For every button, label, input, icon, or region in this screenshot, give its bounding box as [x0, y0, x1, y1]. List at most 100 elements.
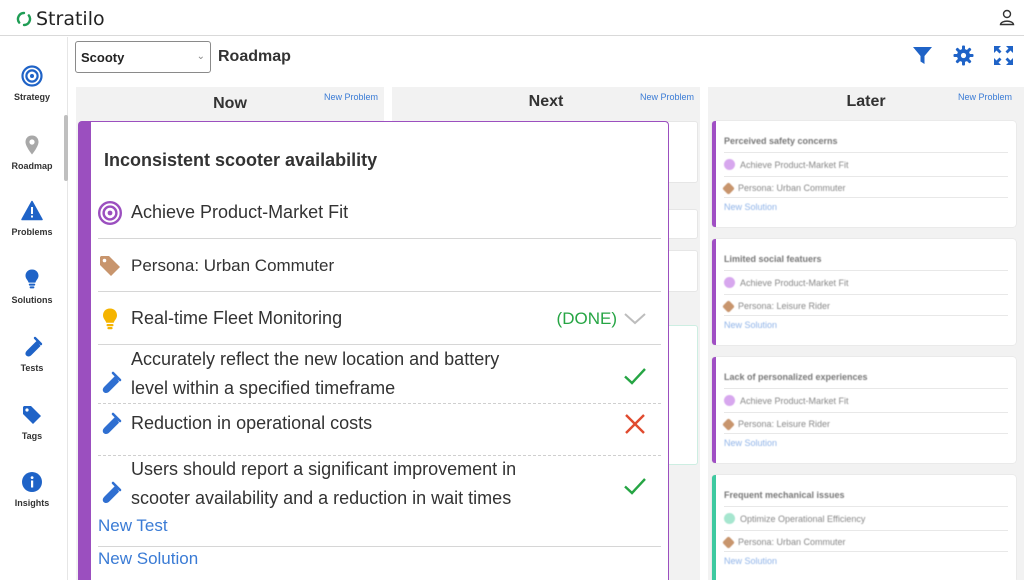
goal-label: Achieve Product-Market Fit	[740, 159, 849, 170]
sidebar-item-problems[interactable]: Problems	[0, 200, 64, 237]
test-label: Users should report a significant improv…	[131, 455, 516, 513]
problem-card-title: Perceived safety concerns	[724, 136, 838, 146]
problem-card[interactable]: Limited social featuers Achieve Product-…	[712, 239, 1016, 345]
problem-card-title: Limited social featuers	[724, 254, 822, 264]
top-bar: Stratilo	[0, 0, 1024, 36]
goal-row[interactable]: Achieve Product-Market Fit	[98, 198, 661, 227]
check-icon	[624, 368, 646, 385]
new-problem-link[interactable]: New Problem	[640, 92, 694, 102]
target-icon	[724, 395, 735, 406]
solution-label: Real-time Fleet Monitoring	[131, 308, 343, 328]
sidebar-item-tests[interactable]: Tests	[0, 336, 64, 373]
divider	[98, 238, 661, 239]
test-label-line: scooter availability and a reduction in …	[131, 488, 512, 508]
divider	[98, 546, 661, 547]
test-label-line: Users should report a significant improv…	[131, 459, 517, 479]
target-icon	[724, 277, 735, 288]
tag-label: Persona: Urban Commuter	[738, 183, 846, 193]
problem-card-title: Lack of personalized experiences	[724, 372, 868, 382]
tag-icon	[722, 181, 735, 195]
problem-card-expanded[interactable]: Inconsistent scooter availability Achiev…	[78, 121, 669, 580]
problem-card[interactable]: Perceived safety concerns Achieve Produc…	[712, 121, 1016, 227]
test-tube-icon	[102, 481, 122, 504]
divider	[98, 403, 661, 404]
solution-row[interactable]: Real-time Fleet Monitoring (DONE)	[98, 304, 661, 333]
user-icon[interactable]	[998, 8, 1016, 26]
stratilo-logo-icon	[16, 11, 32, 27]
sidebar-item-label: Tags	[21, 431, 43, 441]
chevron-down-icon[interactable]	[623, 312, 647, 326]
lightbulb-icon	[103, 308, 117, 329]
sidebar-scrollbar[interactable]	[64, 115, 68, 181]
test-tube-icon	[102, 371, 122, 394]
sidebar-item-label: Strategy	[13, 92, 50, 102]
warning-icon	[21, 200, 43, 221]
chevron-down-icon: ⌄	[196, 51, 205, 62]
page-title: Roadmap	[218, 48, 291, 65]
new-solution-link[interactable]: New Solution	[724, 320, 1008, 330]
sidebar-item-label: Tests	[20, 363, 44, 373]
test-label: Accurately reflect the new location and …	[131, 345, 499, 403]
target-icon	[21, 65, 43, 87]
sidebar-item-solutions[interactable]: Solutions	[0, 268, 64, 305]
divider	[98, 291, 661, 292]
new-solution-link[interactable]: New Solution	[98, 549, 198, 569]
tag-label: Persona: Leisure Rider	[738, 301, 831, 311]
test-row[interactable]: Accurately reflect the new location and …	[98, 346, 661, 402]
tag-label: Persona: Urban Commuter	[738, 537, 846, 547]
new-solution-link[interactable]: New Solution	[724, 556, 1008, 566]
project-select[interactable]: Scooty ⌄	[75, 41, 211, 73]
test-label-line: Accurately reflect the new location and …	[131, 349, 500, 369]
map-pin-icon	[25, 135, 39, 155]
test-label-line: level within a specified timeframe	[131, 378, 396, 398]
new-solution-link[interactable]: New Solution	[724, 202, 1008, 212]
sidebar-item-label: Solutions	[11, 295, 53, 305]
problem-card[interactable]: Lack of personalized experiences Achieve…	[712, 357, 1016, 463]
project-select-value: Scooty	[81, 49, 125, 65]
x-icon	[625, 414, 645, 434]
sidebar-item-label: Problems	[11, 227, 53, 237]
tag-icon	[722, 417, 735, 431]
sidebar-item-label: Roadmap	[11, 161, 53, 171]
target-icon	[724, 159, 735, 170]
new-problem-link[interactable]: New Problem	[324, 92, 378, 102]
check-icon	[624, 478, 646, 495]
tag-row[interactable]: Persona: Urban Commuter	[98, 251, 661, 280]
sidebar-item-strategy[interactable]: Strategy	[0, 65, 64, 102]
new-problem-link[interactable]: New Problem	[958, 92, 1012, 102]
tag-label: Persona: Leisure Rider	[738, 419, 831, 429]
test-tube-icon	[102, 412, 122, 434]
tag-label: Persona: Urban Commuter	[131, 256, 335, 275]
goal-label: Achieve Product-Market Fit	[740, 277, 849, 288]
solution-status: (DONE)	[556, 308, 617, 328]
goal-label: Achieve Product-Market Fit	[740, 395, 849, 406]
tag-icon	[722, 535, 735, 549]
tag-icon	[23, 406, 41, 424]
test-row[interactable]: Users should report a significant improv…	[98, 456, 661, 512]
lightbulb-icon	[25, 269, 39, 289]
tag-icon	[100, 255, 120, 276]
problem-card-title: Inconsistent scooter availability	[104, 150, 378, 170]
sidebar-item-roadmap[interactable]: Roadmap	[0, 134, 64, 171]
target-icon	[98, 200, 122, 225]
new-solution-link[interactable]: New Solution	[724, 438, 1008, 448]
problem-card-title: Frequent mechanical issues	[724, 490, 845, 500]
test-row[interactable]: Reduction in operational costs	[98, 409, 661, 438]
app-name: Stratilo	[36, 8, 105, 30]
goal-label: Achieve Product-Market Fit	[131, 202, 349, 222]
test-tube-icon	[25, 336, 43, 357]
problem-card[interactable]: Frequent mechanical issues Optimize Oper…	[712, 475, 1016, 580]
expand-icon[interactable]	[993, 45, 1014, 66]
sidebar: Strategy Roadmap Problems Solutions Test…	[0, 37, 64, 580]
brand[interactable]: Stratilo	[16, 8, 105, 30]
new-test-link[interactable]: New Test	[98, 516, 168, 536]
info-icon	[22, 472, 42, 492]
filter-icon[interactable]	[912, 45, 933, 66]
sidebar-item-insights[interactable]: Insights	[0, 471, 64, 508]
sidebar-item-tags[interactable]: Tags	[0, 404, 64, 441]
target-icon	[724, 513, 735, 524]
tag-icon	[722, 299, 735, 313]
goal-label: Optimize Operational Efficiency	[740, 513, 866, 524]
test-label: Reduction in operational costs	[131, 413, 373, 433]
gear-icon[interactable]	[953, 45, 974, 66]
